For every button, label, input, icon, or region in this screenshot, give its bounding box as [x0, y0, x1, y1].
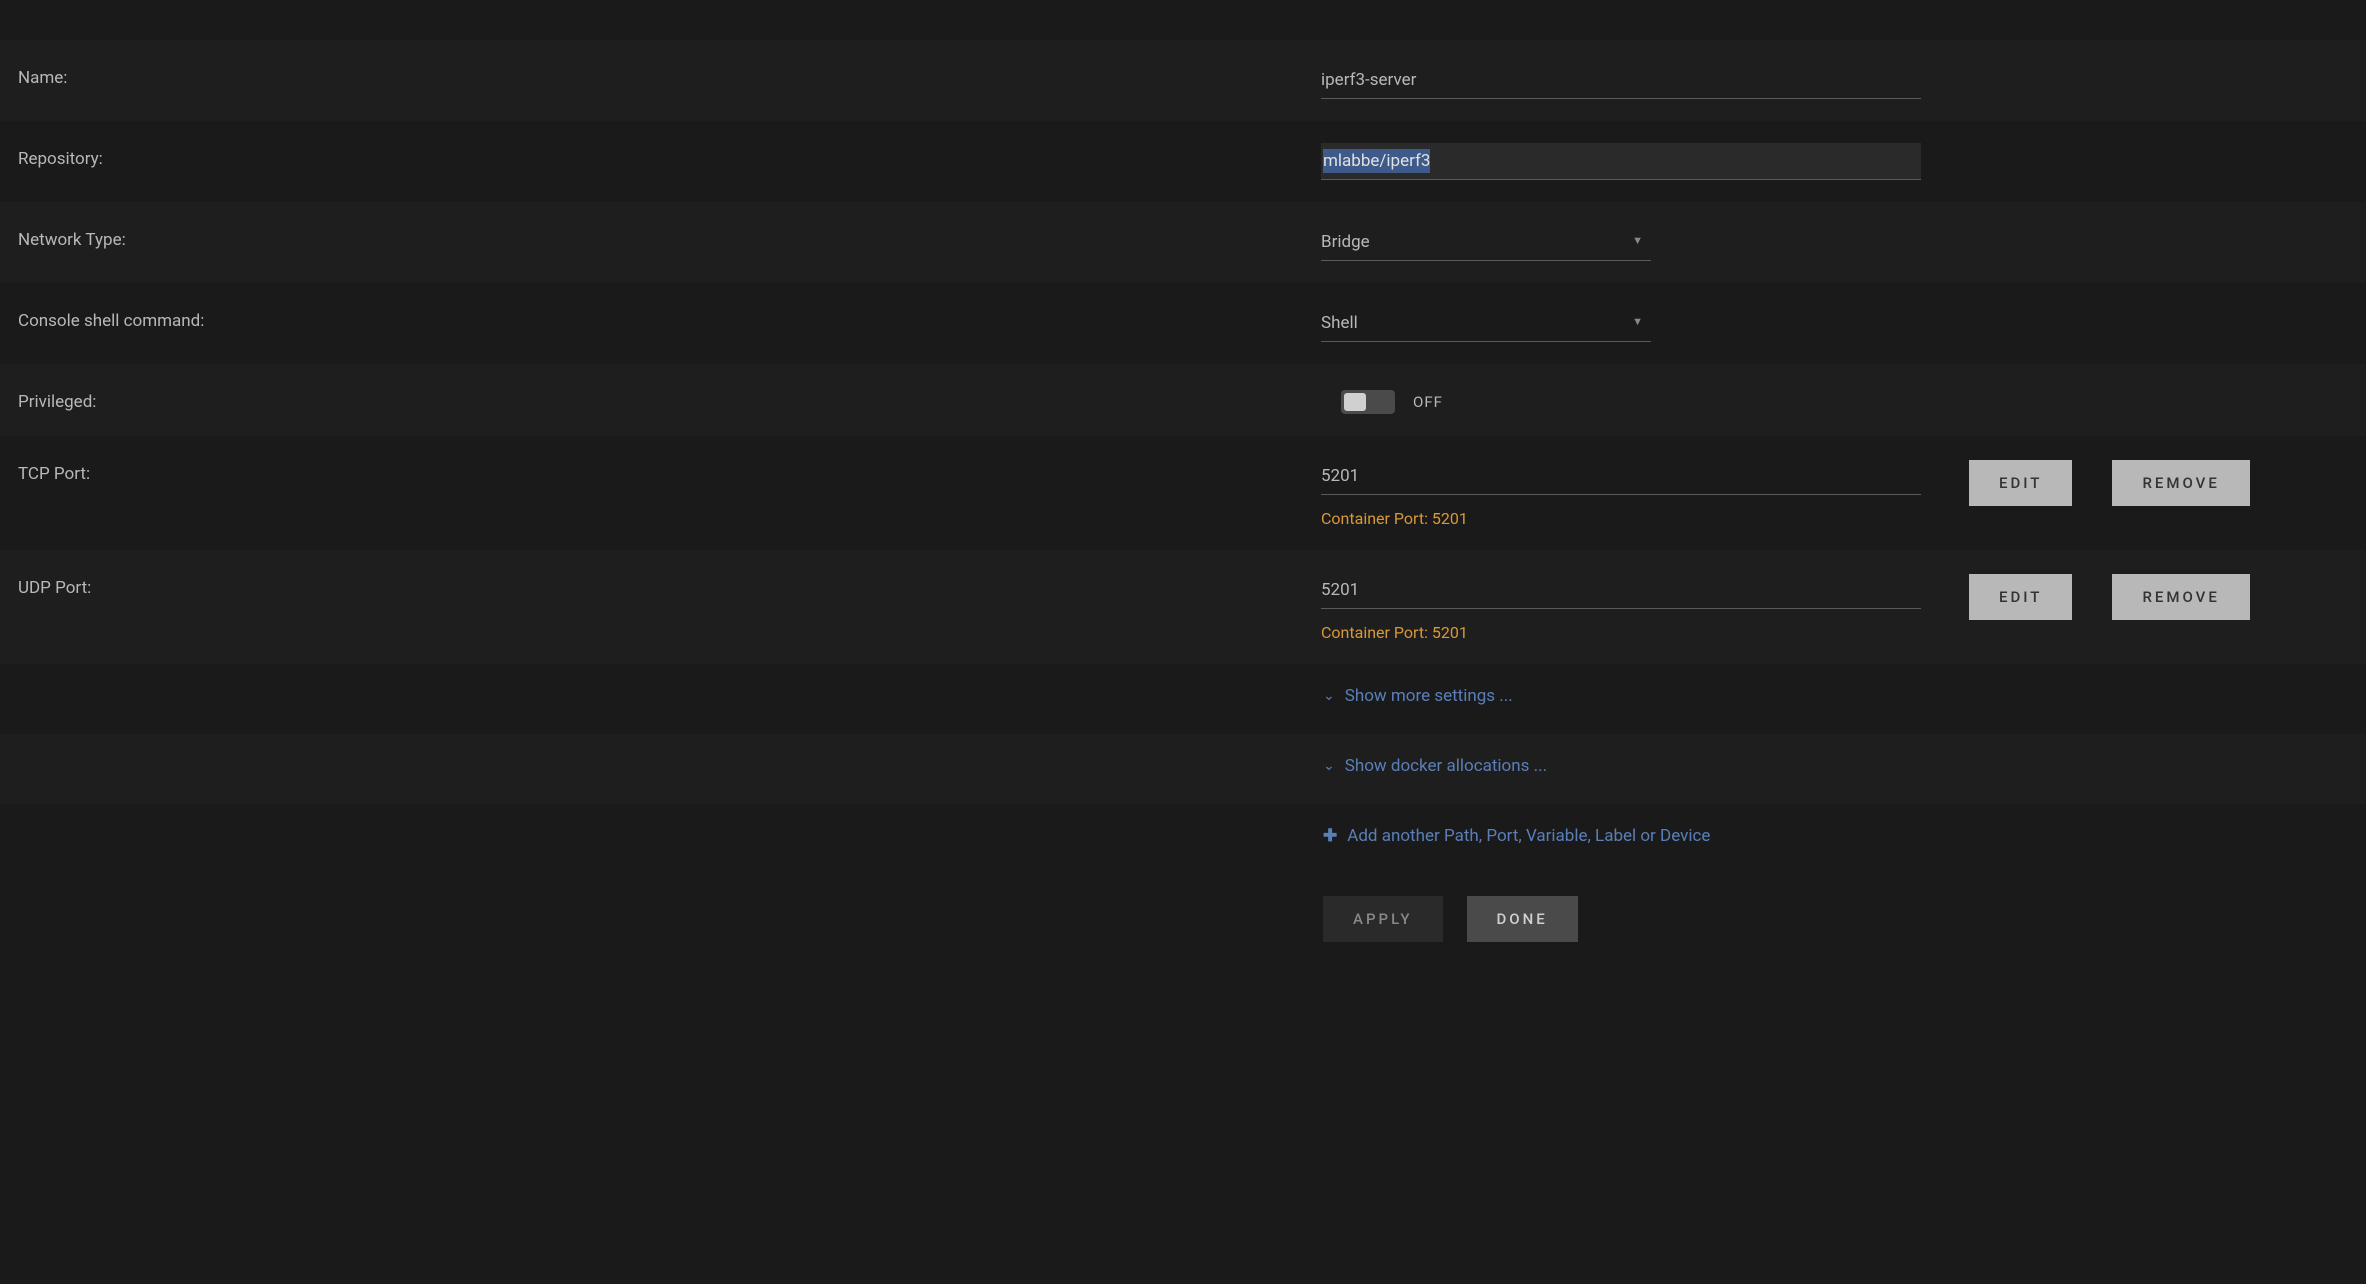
console-shell-select[interactable]: Shell — [1321, 305, 1651, 342]
label-privileged: Privileged: — [18, 386, 1321, 412]
row-privileged: Privileged: OFF — [0, 364, 2366, 436]
control-privileged: OFF — [1321, 386, 1921, 414]
row-show-docker: ⌄ Show docker allocations ... — [0, 734, 2366, 804]
network-type-select[interactable]: Bridge — [1321, 224, 1651, 261]
tcp-port-helper: Container Port: 5201 — [1321, 509, 1921, 528]
row-tcp-port: TCP Port: Container Port: 5201 EDIT REMO… — [0, 436, 2366, 550]
show-more-link[interactable]: ⌄ Show more settings ... — [1323, 686, 1513, 706]
privileged-state: OFF — [1413, 393, 1443, 411]
row-name: Name: — [0, 40, 2366, 121]
privileged-toggle[interactable] — [1341, 390, 1395, 414]
done-button[interactable]: DONE — [1467, 896, 1578, 942]
control-name — [1321, 62, 1921, 99]
label-console-shell: Console shell command: — [18, 305, 1321, 331]
control-repository: mlabbe/iperf3 — [1321, 143, 1921, 180]
row-network-type: Network Type: Bridge ▼ — [0, 202, 2366, 283]
name-input[interactable] — [1321, 62, 1921, 99]
control-network-type: Bridge ▼ — [1321, 224, 1921, 261]
tcp-port-input[interactable] — [1321, 458, 1921, 495]
plus-icon: ✚ — [1323, 826, 1337, 846]
row-repository: Repository: mlabbe/iperf3 — [0, 121, 2366, 202]
footer-buttons: APPLY DONE — [1323, 896, 1578, 942]
toggle-handle — [1344, 393, 1366, 411]
chevron-down-icon: ⌄ — [1323, 688, 1335, 704]
network-type-select-wrapper: Bridge ▼ — [1321, 224, 1651, 261]
add-another-text: Add another Path, Port, Variable, Label … — [1347, 826, 1710, 846]
row-add-another: ✚ Add another Path, Port, Variable, Labe… — [0, 804, 2366, 874]
chevron-down-icon: ⌄ — [1323, 758, 1335, 774]
footer-spacer — [18, 896, 1323, 942]
row-show-more: ⌄ Show more settings ... — [0, 664, 2366, 734]
udp-port-input-wrapper: Container Port: 5201 — [1321, 572, 1921, 642]
udp-port-controls: Container Port: 5201 EDIT REMOVE — [1321, 572, 2250, 642]
label-repository: Repository: — [18, 143, 1321, 169]
tcp-edit-button[interactable]: EDIT — [1969, 460, 2072, 506]
label-udp-port: UDP Port: — [18, 572, 1321, 598]
label-tcp-port: TCP Port: — [18, 458, 1321, 484]
footer-row: APPLY DONE — [0, 874, 2366, 964]
tcp-port-input-wrapper: Container Port: 5201 — [1321, 458, 1921, 528]
repository-selected-text: mlabbe/iperf3 — [1323, 149, 1430, 173]
show-more-text: Show more settings ... — [1345, 686, 1513, 706]
control-console-shell: Shell ▼ — [1321, 305, 1921, 342]
tcp-port-controls: Container Port: 5201 EDIT REMOVE — [1321, 458, 2250, 528]
container-form: Name: Repository: mlabbe/iperf3 Network … — [0, 0, 2366, 964]
row-console-shell: Console shell command: Shell ▼ — [0, 283, 2366, 364]
udp-remove-button[interactable]: REMOVE — [2112, 574, 2249, 620]
show-docker-link[interactable]: ⌄ Show docker allocations ... — [1323, 756, 1547, 776]
udp-port-actions: EDIT REMOVE — [1969, 574, 2250, 620]
privileged-toggle-wrapper: OFF — [1321, 386, 1921, 414]
label-network-type: Network Type: — [18, 224, 1321, 250]
add-another-link[interactable]: ✚ Add another Path, Port, Variable, Labe… — [1323, 826, 1710, 846]
label-name: Name: — [18, 62, 1321, 88]
udp-port-input[interactable] — [1321, 572, 1921, 609]
repository-input[interactable]: mlabbe/iperf3 — [1321, 143, 1921, 180]
udp-port-helper: Container Port: 5201 — [1321, 623, 1921, 642]
row-udp-port: UDP Port: Container Port: 5201 EDIT REMO… — [0, 550, 2366, 664]
udp-edit-button[interactable]: EDIT — [1969, 574, 2072, 620]
show-docker-text: Show docker allocations ... — [1345, 756, 1547, 776]
apply-button[interactable]: APPLY — [1323, 896, 1443, 942]
tcp-remove-button[interactable]: REMOVE — [2112, 460, 2249, 506]
console-shell-select-wrapper: Shell ▼ — [1321, 305, 1651, 342]
tcp-port-actions: EDIT REMOVE — [1969, 460, 2250, 506]
